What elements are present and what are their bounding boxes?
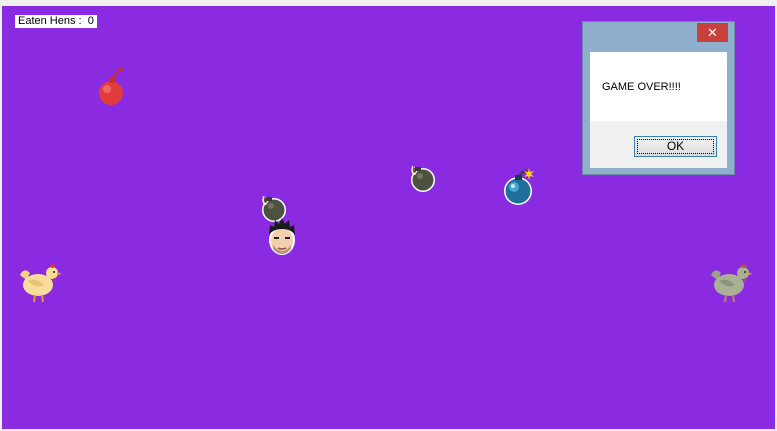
ok-button[interactable]: OK — [634, 136, 717, 157]
dialog-message: GAME OVER!!!! — [602, 81, 681, 93]
dialog-footer: OK — [590, 121, 727, 168]
hen-icon — [20, 264, 62, 303]
score-value: 0 — [87, 15, 94, 27]
game-over-dialog: ✕ GAME OVER!!!! OK — [582, 21, 735, 175]
player-face-icon[interactable] — [264, 215, 300, 259]
grenade-icon — [411, 166, 435, 192]
dialog-body: GAME OVER!!!! OK — [590, 52, 727, 168]
red-bomb-icon — [99, 67, 123, 105]
score-label: Eaten Hens : 0 — [15, 15, 97, 28]
score-label-text: Eaten Hens : — [18, 15, 82, 27]
hen-icon — [711, 264, 753, 303]
blue-bomb-icon — [504, 168, 534, 205]
close-button[interactable]: ✕ — [697, 23, 728, 42]
close-icon: ✕ — [707, 25, 718, 40]
